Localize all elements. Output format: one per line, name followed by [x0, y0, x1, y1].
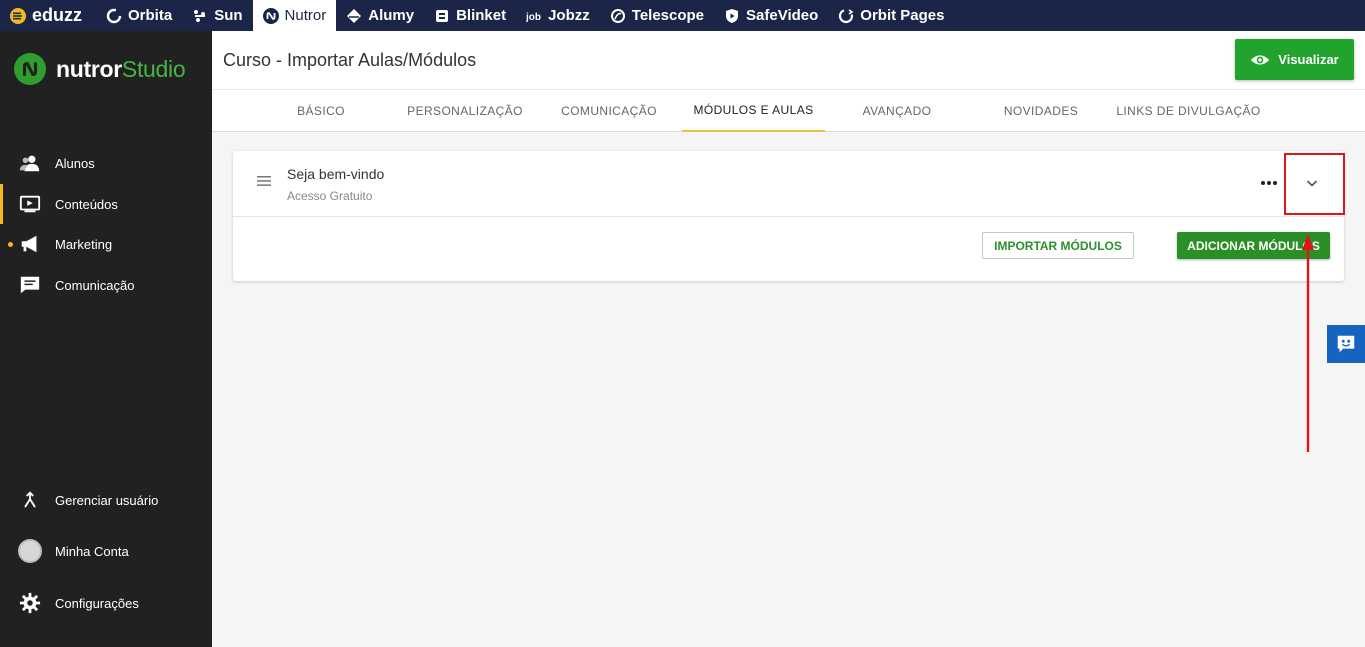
topbar-item-label: Telescope	[631, 7, 705, 24]
sidebar-item-label: Conteúdos	[55, 196, 118, 212]
module-card: Seja bem-vindo Acesso Gratuito IMPORTAR …	[233, 151, 1344, 281]
sidebar-item-label: Configurações	[55, 595, 139, 611]
topbar-item-telescope[interactable]: Telescope	[600, 0, 714, 31]
sidebar-item-alunos[interactable]: Alunos	[0, 143, 212, 183]
chat-icon	[18, 273, 42, 297]
tab-novidades[interactable]: NOVIDADES	[998, 90, 1084, 132]
sidebar-item-gerenciar-usuario[interactable]: Gerenciar usuário	[0, 480, 212, 520]
topbar-item-label: Sun	[214, 7, 243, 24]
topbar-item-safevideo[interactable]: SafeVideo	[714, 0, 828, 31]
product-switcher-bar: eduzz Orbita Sun Nutror Alumy Blinket jo…	[0, 0, 1365, 31]
topbar-item-orbita[interactable]: Orbita	[96, 0, 182, 31]
blinket-icon	[434, 8, 450, 24]
logo-main: nutror	[56, 55, 122, 82]
import-modules-button[interactable]: IMPORTAR MÓDULOS	[982, 232, 1134, 259]
topbar-item-alumy[interactable]: Alumy	[336, 0, 424, 31]
sidebar-item-label: Marketing	[55, 236, 113, 252]
annotation-arrow	[1302, 234, 1314, 452]
topbar-item-label: Orbita	[128, 7, 173, 24]
sun-icon	[192, 8, 208, 24]
topbar-item-orbit-pages[interactable]: Orbit Pages	[828, 0, 954, 31]
drag-handle-icon[interactable]	[257, 175, 271, 187]
page-header: Curso - Importar Aulas/Módulos Visualiza…	[212, 31, 1365, 89]
page-title: Curso - Importar Aulas/Módulos	[223, 50, 477, 70]
avatar-wrapper	[18, 539, 42, 563]
sidebar-item-label: Alunos	[55, 155, 95, 171]
sidebar-item-comunicacao[interactable]: Comunicação	[0, 265, 212, 305]
preview-button[interactable]: Visualizar	[1235, 39, 1354, 80]
svg-text:job: job	[526, 12, 541, 23]
jobzz-icon: job	[526, 8, 542, 24]
support-chat-widget[interactable]	[1327, 325, 1365, 363]
preview-button-label: Visualizar	[1278, 52, 1339, 67]
avatar	[18, 539, 42, 563]
topbar-item-label: Alumy	[368, 7, 415, 24]
topbar-item-jobzz[interactable]: job Jobzz	[516, 0, 600, 31]
tab-personalizacao[interactable]: PERSONALIZAÇÃO	[405, 90, 525, 132]
topbar-item-label: Nutror	[284, 7, 327, 24]
tab-avancado[interactable]: AVANÇADO	[852, 90, 942, 132]
telescope-icon	[610, 8, 626, 24]
notification-dot	[8, 242, 13, 247]
eduzz-brand[interactable]: eduzz	[0, 0, 96, 31]
topbar-item-label: SafeVideo	[746, 7, 819, 24]
nutror-studio-logo[interactable]: nutrorStudio	[14, 53, 186, 85]
tab-modulos-e-aulas[interactable]: MÓDULOS E AULAS	[682, 90, 825, 132]
sidebar-item-conteudos[interactable]: Conteúdos	[0, 184, 212, 224]
highlight-annotation-box	[1284, 153, 1345, 215]
topbar-item-label: Jobzz	[548, 7, 590, 24]
sidebar: nutrorStudio Alunos Conteúdos Marketing …	[0, 31, 212, 647]
eduzz-logo-icon	[10, 7, 26, 24]
nutror-icon	[262, 7, 279, 24]
user-switch-icon	[18, 488, 42, 512]
more-options-icon[interactable]	[1259, 173, 1279, 193]
logo-text: nutrorStudio	[56, 55, 186, 83]
sidebar-item-minha-conta[interactable]: Minha Conta	[0, 531, 212, 571]
topbar-item-label: Blinket	[456, 7, 507, 24]
sidebar-item-label: Minha Conta	[55, 543, 129, 559]
topbar-item-label: Orbit Pages	[860, 7, 945, 24]
sidebar-item-label: Gerenciar usuário	[55, 492, 159, 508]
sidebar-item-configuracoes[interactable]: Configurações	[0, 583, 212, 623]
topbar-item-nutror[interactable]: Nutror	[252, 0, 337, 31]
chat-bot-icon	[1337, 335, 1355, 353]
students-icon	[18, 151, 42, 175]
logo-sub: Studio	[121, 55, 186, 82]
megaphone-icon	[18, 232, 42, 256]
eduzz-brand-label: eduzz	[32, 5, 83, 25]
content-icon	[18, 192, 42, 216]
alumy-icon	[346, 8, 362, 24]
topbar-item-sun[interactable]: Sun	[182, 0, 252, 31]
gear-icon	[18, 591, 42, 615]
nutror-logo-icon	[14, 53, 46, 85]
eye-icon	[1251, 54, 1270, 65]
tab-links-de-divulgacao[interactable]: LINKS DE DIVULGAÇÃO	[1116, 90, 1261, 132]
module-title: Seja bem-vindo	[287, 166, 385, 182]
course-tabs: BÁSICO PERSONALIZAÇÃO COMUNICAÇÃO MÓDULO…	[212, 89, 1365, 132]
safevideo-icon	[724, 8, 740, 24]
sidebar-item-marketing[interactable]: Marketing	[0, 224, 212, 264]
orbita-icon	[106, 8, 122, 24]
module-subtitle: Acesso Gratuito	[287, 189, 373, 203]
orbit-pages-icon	[838, 8, 854, 24]
topbar-item-blinket[interactable]: Blinket	[424, 0, 516, 31]
tab-basico[interactable]: BÁSICO	[284, 90, 358, 132]
card-divider	[233, 216, 1344, 217]
tab-comunicacao[interactable]: COMUNICAÇÃO	[558, 90, 660, 132]
sidebar-item-label: Comunicação	[55, 277, 135, 293]
